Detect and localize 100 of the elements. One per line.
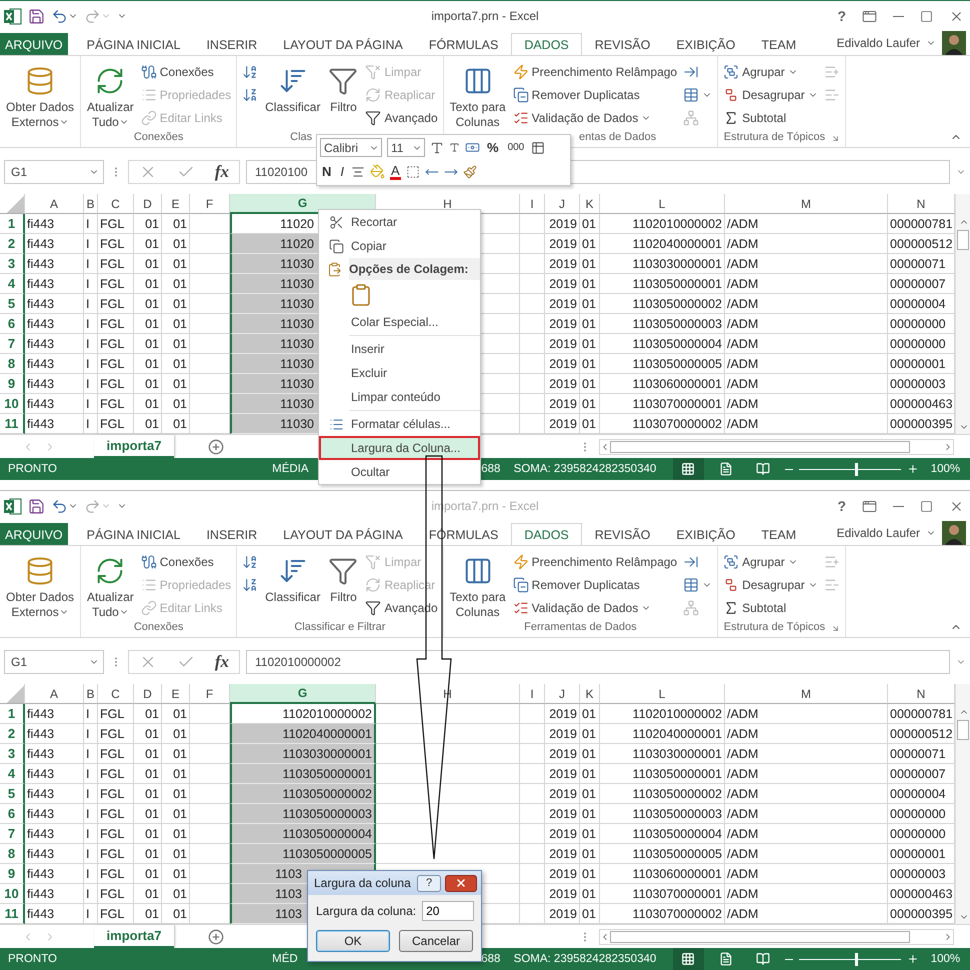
column-header[interactable]: K xyxy=(580,194,600,214)
row-header[interactable]: 2 xyxy=(0,234,25,254)
row-header[interactable]: 5 xyxy=(0,294,25,314)
column-header[interactable]: G xyxy=(230,684,376,704)
thousands-button[interactable]: 000 xyxy=(506,142,526,153)
help-button[interactable]: ? xyxy=(417,874,441,892)
row-header[interactable]: 7 xyxy=(0,334,25,354)
horizontal-scrollbar[interactable] xyxy=(599,928,954,945)
row-header[interactable]: 10 xyxy=(0,884,25,904)
row-header[interactable]: 3 xyxy=(0,254,25,274)
ribbon-button[interactable]: Validação de Dados xyxy=(510,596,680,619)
column-header[interactable]: N xyxy=(888,194,955,214)
column-header[interactable]: M xyxy=(725,684,888,704)
file-tab[interactable]: ARQUIVO xyxy=(0,32,68,56)
column-header[interactable]: I xyxy=(520,684,545,704)
column-header[interactable]: J xyxy=(545,194,580,214)
vertical-scrollbar[interactable] xyxy=(955,684,970,924)
column-header[interactable]: B xyxy=(84,684,98,704)
percent-button[interactable]: % xyxy=(485,140,501,155)
ribbon-button[interactable]: Classificar xyxy=(262,548,324,622)
ribbon-button[interactable]: Filtro xyxy=(325,548,362,622)
ribbon-button[interactable]: Remover Duplicatas xyxy=(510,84,680,106)
column-header[interactable]: C xyxy=(98,194,134,214)
row-header[interactable]: 6 xyxy=(0,314,25,334)
row-header[interactable]: 3 xyxy=(0,744,25,764)
ribbon-button[interactable]: Agrupar xyxy=(721,60,820,83)
row-header[interactable]: 10 xyxy=(0,394,25,414)
view-button[interactable] xyxy=(672,948,704,970)
font-color-button[interactable]: A xyxy=(390,164,401,180)
add-sheet-icon[interactable] xyxy=(208,928,224,945)
ribbon-button[interactable]: Preenchimento Relâmpago xyxy=(510,60,680,83)
row-header[interactable]: 5 xyxy=(0,784,25,804)
bold-button[interactable]: N xyxy=(320,164,334,179)
row-header[interactable]: 8 xyxy=(0,354,25,374)
font-size-field[interactable]: 11 xyxy=(387,138,425,157)
italic-button[interactable]: I xyxy=(338,164,346,179)
menu-item[interactable]: Excluir xyxy=(319,361,480,385)
row-header[interactable]: 6 xyxy=(0,804,25,824)
column-header[interactable]: E xyxy=(162,194,190,214)
font-field[interactable]: Calibri xyxy=(320,138,382,157)
maximize-button[interactable] xyxy=(920,500,933,513)
cancel-button[interactable]: Cancelar xyxy=(399,930,473,952)
ribbon-button[interactable]: Avançado xyxy=(363,106,440,129)
column-header[interactable]: K xyxy=(580,684,600,704)
ribbon-button[interactable]: Preenchimento Relâmpago xyxy=(510,550,680,573)
zoom-thumb[interactable] xyxy=(855,462,858,476)
minimize-button[interactable] xyxy=(893,16,904,17)
ribbon-button[interactable]: Atualizar Tudo xyxy=(84,58,137,132)
ribbon-button[interactable]: Classificar xyxy=(262,58,324,132)
help-button[interactable]: ? xyxy=(837,498,846,514)
row-header[interactable]: 1 xyxy=(0,704,25,724)
menu-item[interactable]: Largura da Coluna... xyxy=(319,436,480,460)
column-header[interactable]: A xyxy=(25,194,84,214)
minimize-button[interactable] xyxy=(893,506,904,507)
ribbon-button[interactable]: Obter Dados Externos xyxy=(3,58,78,132)
menu-item[interactable]: Colar Especial... xyxy=(319,310,480,334)
ribbon-button[interactable]: Filtro xyxy=(325,58,362,132)
zoom-in-icon[interactable] xyxy=(906,953,919,966)
sheet-tab[interactable]: importa7 xyxy=(94,924,174,949)
menu-item[interactable]: Recortar xyxy=(319,210,480,234)
row-header[interactable]: 8 xyxy=(0,844,25,864)
user-name[interactable]: Edivaldo Laufer xyxy=(836,36,920,50)
column-header[interactable]: F xyxy=(190,194,230,214)
view-button[interactable] xyxy=(672,458,704,480)
row-header[interactable]: 4 xyxy=(0,764,25,784)
input-field[interactable]: 20 xyxy=(422,901,474,921)
launcher-icon[interactable] xyxy=(830,624,840,634)
row-header[interactable]: 7 xyxy=(0,824,25,844)
ribbon-button[interactable]: Atualizar Tudo xyxy=(84,548,137,622)
undo-button[interactable] xyxy=(51,8,78,25)
horizontal-scrollbar[interactable] xyxy=(599,438,954,455)
save-button[interactable] xyxy=(28,8,45,25)
ribbon-button[interactable]: Validação de Dados xyxy=(510,106,680,129)
zoom-in-icon[interactable] xyxy=(906,463,919,476)
column-header[interactable]: A xyxy=(25,684,84,704)
maximize-button[interactable] xyxy=(920,10,933,23)
scrollbar-thumb[interactable] xyxy=(957,230,969,250)
row-header[interactable]: 9 xyxy=(0,864,25,884)
column-header[interactable]: N xyxy=(888,684,955,704)
ribbon-button[interactable]: Agrupar xyxy=(721,550,820,573)
ribbon-button[interactable]: Conexões xyxy=(138,60,234,83)
column-header[interactable]: I xyxy=(520,194,545,214)
ribbon-button[interactable]: Subtotal xyxy=(721,106,820,129)
menu-item[interactable]: Limpar conteúdo xyxy=(319,385,480,409)
ribbon-options-button[interactable] xyxy=(862,8,877,24)
ribbon-tab[interactable]: DADOS xyxy=(511,32,582,56)
ribbon-button[interactable]: Desagrupar xyxy=(721,84,820,106)
column-header[interactable]: F xyxy=(190,684,230,704)
ribbon-button[interactable]: Texto para Colunas xyxy=(446,548,509,622)
ribbon-button[interactable]: Texto para Colunas xyxy=(446,58,509,132)
ribbon-options-button[interactable] xyxy=(862,498,877,514)
column-header[interactable]: L xyxy=(600,684,725,704)
column-header[interactable]: L xyxy=(600,194,725,214)
undo-button[interactable] xyxy=(51,498,78,515)
menu-item[interactable]: Ocultar xyxy=(319,460,480,484)
save-button[interactable] xyxy=(28,498,45,515)
menu-item[interactable]: Formatar células... xyxy=(319,412,480,436)
column-header[interactable]: E xyxy=(162,684,190,704)
ribbon-tab[interactable]: DADOS xyxy=(511,522,582,546)
ribbon-button[interactable]: Remover Duplicatas xyxy=(510,574,680,596)
